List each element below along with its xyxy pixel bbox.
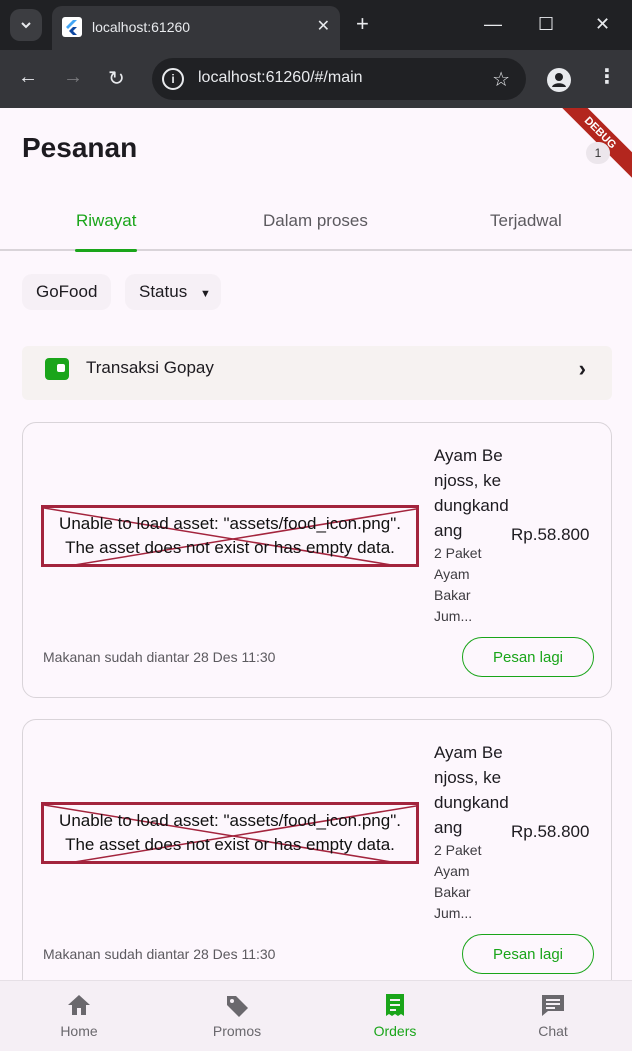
order-description: 2 Paket Ayam Bakar Jum...: [434, 842, 482, 921]
delivery-status: Makanan sudah diantar 28 Des 11:30: [43, 649, 276, 665]
tab-riwayat[interactable]: Riwayat: [76, 211, 136, 231]
receipt-icon: [386, 994, 404, 1016]
asset-error-line-2: The asset does not exist or has empty da…: [65, 538, 395, 557]
asset-error-line-1: Unable to load asset: "assets/food_icon.…: [59, 514, 401, 533]
browser-toolbar: ← → ↻ i localhost:61260/#/main ☆ ⋮: [0, 50, 632, 108]
profile-icon[interactable]: [547, 68, 571, 92]
nav-orders[interactable]: Orders: [316, 981, 474, 1051]
new-tab-icon[interactable]: +: [356, 12, 369, 36]
reorder-button[interactable]: Pesan lagi: [462, 637, 594, 677]
gofood-filter-label: GoFood: [36, 282, 98, 301]
notification-badge[interactable]: 1: [586, 142, 610, 164]
asset-error-text: Unable to load asset: "assets/food_icon.…: [44, 512, 416, 560]
menu-icon[interactable]: ⋮: [597, 64, 617, 89]
close-window-icon[interactable]: ✕: [595, 14, 610, 35]
wallet-icon: [45, 358, 69, 380]
back-icon[interactable]: ←: [18, 66, 38, 89]
tab-terjadwal[interactable]: Terjadwal: [490, 211, 562, 231]
restaurant-name: Ayam Benjoss, kedungkandang: [434, 446, 509, 540]
order-card[interactable]: Unable to load asset: "assets/food_icon.…: [22, 422, 612, 698]
nav-home[interactable]: Home: [0, 981, 158, 1051]
bottom-navigation: Home Promos Orders Chat: [0, 980, 632, 1051]
info-icon[interactable]: i: [162, 68, 184, 90]
minimize-icon[interactable]: —: [484, 14, 502, 35]
flutter-icon: [62, 17, 82, 37]
chat-icon: [542, 995, 564, 1016]
browser-tab[interactable]: localhost:61260 ✕: [52, 6, 340, 50]
status-filter-chip[interactable]: Status ▼: [125, 274, 221, 310]
order-price: Rp.58.800: [511, 525, 590, 544]
reorder-button[interactable]: Pesan lagi: [462, 934, 594, 974]
tab-strip: localhost:61260 ✕ + — ☐ ✕: [0, 0, 632, 50]
delivery-status: Makanan sudah diantar 28 Des 11:30: [43, 946, 276, 962]
asset-error-text: Unable to load asset: "assets/food_icon.…: [44, 809, 416, 857]
dropdown-arrow-icon: ▼: [199, 288, 211, 300]
close-icon[interactable]: ✕: [317, 16, 330, 36]
home-icon: [68, 995, 90, 1015]
asset-error-line-1: Unable to load asset: "assets/food_icon.…: [59, 811, 401, 830]
nav-orders-label: Orders: [373, 1023, 417, 1039]
gopay-label: Transaksi Gopay: [86, 358, 214, 377]
asset-error-line-2: The asset does not exist or has empty da…: [65, 835, 395, 854]
browser-chrome: localhost:61260 ✕ + — ☐ ✕ ← → ↻ i localh…: [0, 0, 632, 108]
tag-icon: [227, 996, 248, 1017]
page-title: Pesanan: [22, 132, 138, 163]
order-card[interactable]: Unable to load asset: "assets/food_icon.…: [22, 719, 612, 995]
maximize-icon[interactable]: ☐: [538, 14, 554, 35]
nav-chat-label: Chat: [538, 1023, 568, 1039]
reload-icon[interactable]: ↻: [108, 66, 125, 91]
order-price: Rp.58.800: [511, 822, 590, 841]
forward-icon[interactable]: →: [63, 66, 83, 89]
chevron-right-icon: ›: [578, 356, 586, 381]
status-filter-label: Status: [139, 282, 188, 301]
address-bar[interactable]: i localhost:61260/#/main ☆: [152, 58, 526, 100]
asset-error-image: Unable to load asset: "assets/food_icon.…: [41, 505, 419, 567]
order-tabs: Riwayat Dalam proses Terjadwal: [0, 203, 632, 252]
gofood-filter-chip[interactable]: GoFood: [22, 274, 112, 310]
tab-indicator: [75, 249, 137, 252]
url-text[interactable]: localhost:61260/#/main: [198, 69, 363, 87]
tab-dalam-proses[interactable]: Dalam proses: [263, 211, 368, 231]
nav-home-label: Home: [60, 1023, 98, 1039]
tab-search-icon[interactable]: [10, 9, 42, 41]
nav-promos-label: Promos: [212, 1023, 262, 1039]
restaurant-name: Ayam Benjoss, kedungkandang: [434, 743, 509, 837]
nav-chat[interactable]: Chat: [474, 981, 632, 1051]
nav-promos[interactable]: Promos: [158, 981, 316, 1051]
gopay-transactions-row[interactable]: Transaksi Gopay ›: [22, 346, 612, 400]
asset-error-image: Unable to load asset: "assets/food_icon.…: [41, 802, 419, 864]
tab-title: localhost:61260: [92, 19, 191, 35]
app-viewport: DEBUG Pesanan 1 Riwayat Dalam proses Ter…: [0, 108, 632, 1051]
order-description: 2 Paket Ayam Bakar Jum...: [434, 545, 482, 624]
star-icon[interactable]: ☆: [492, 67, 510, 92]
